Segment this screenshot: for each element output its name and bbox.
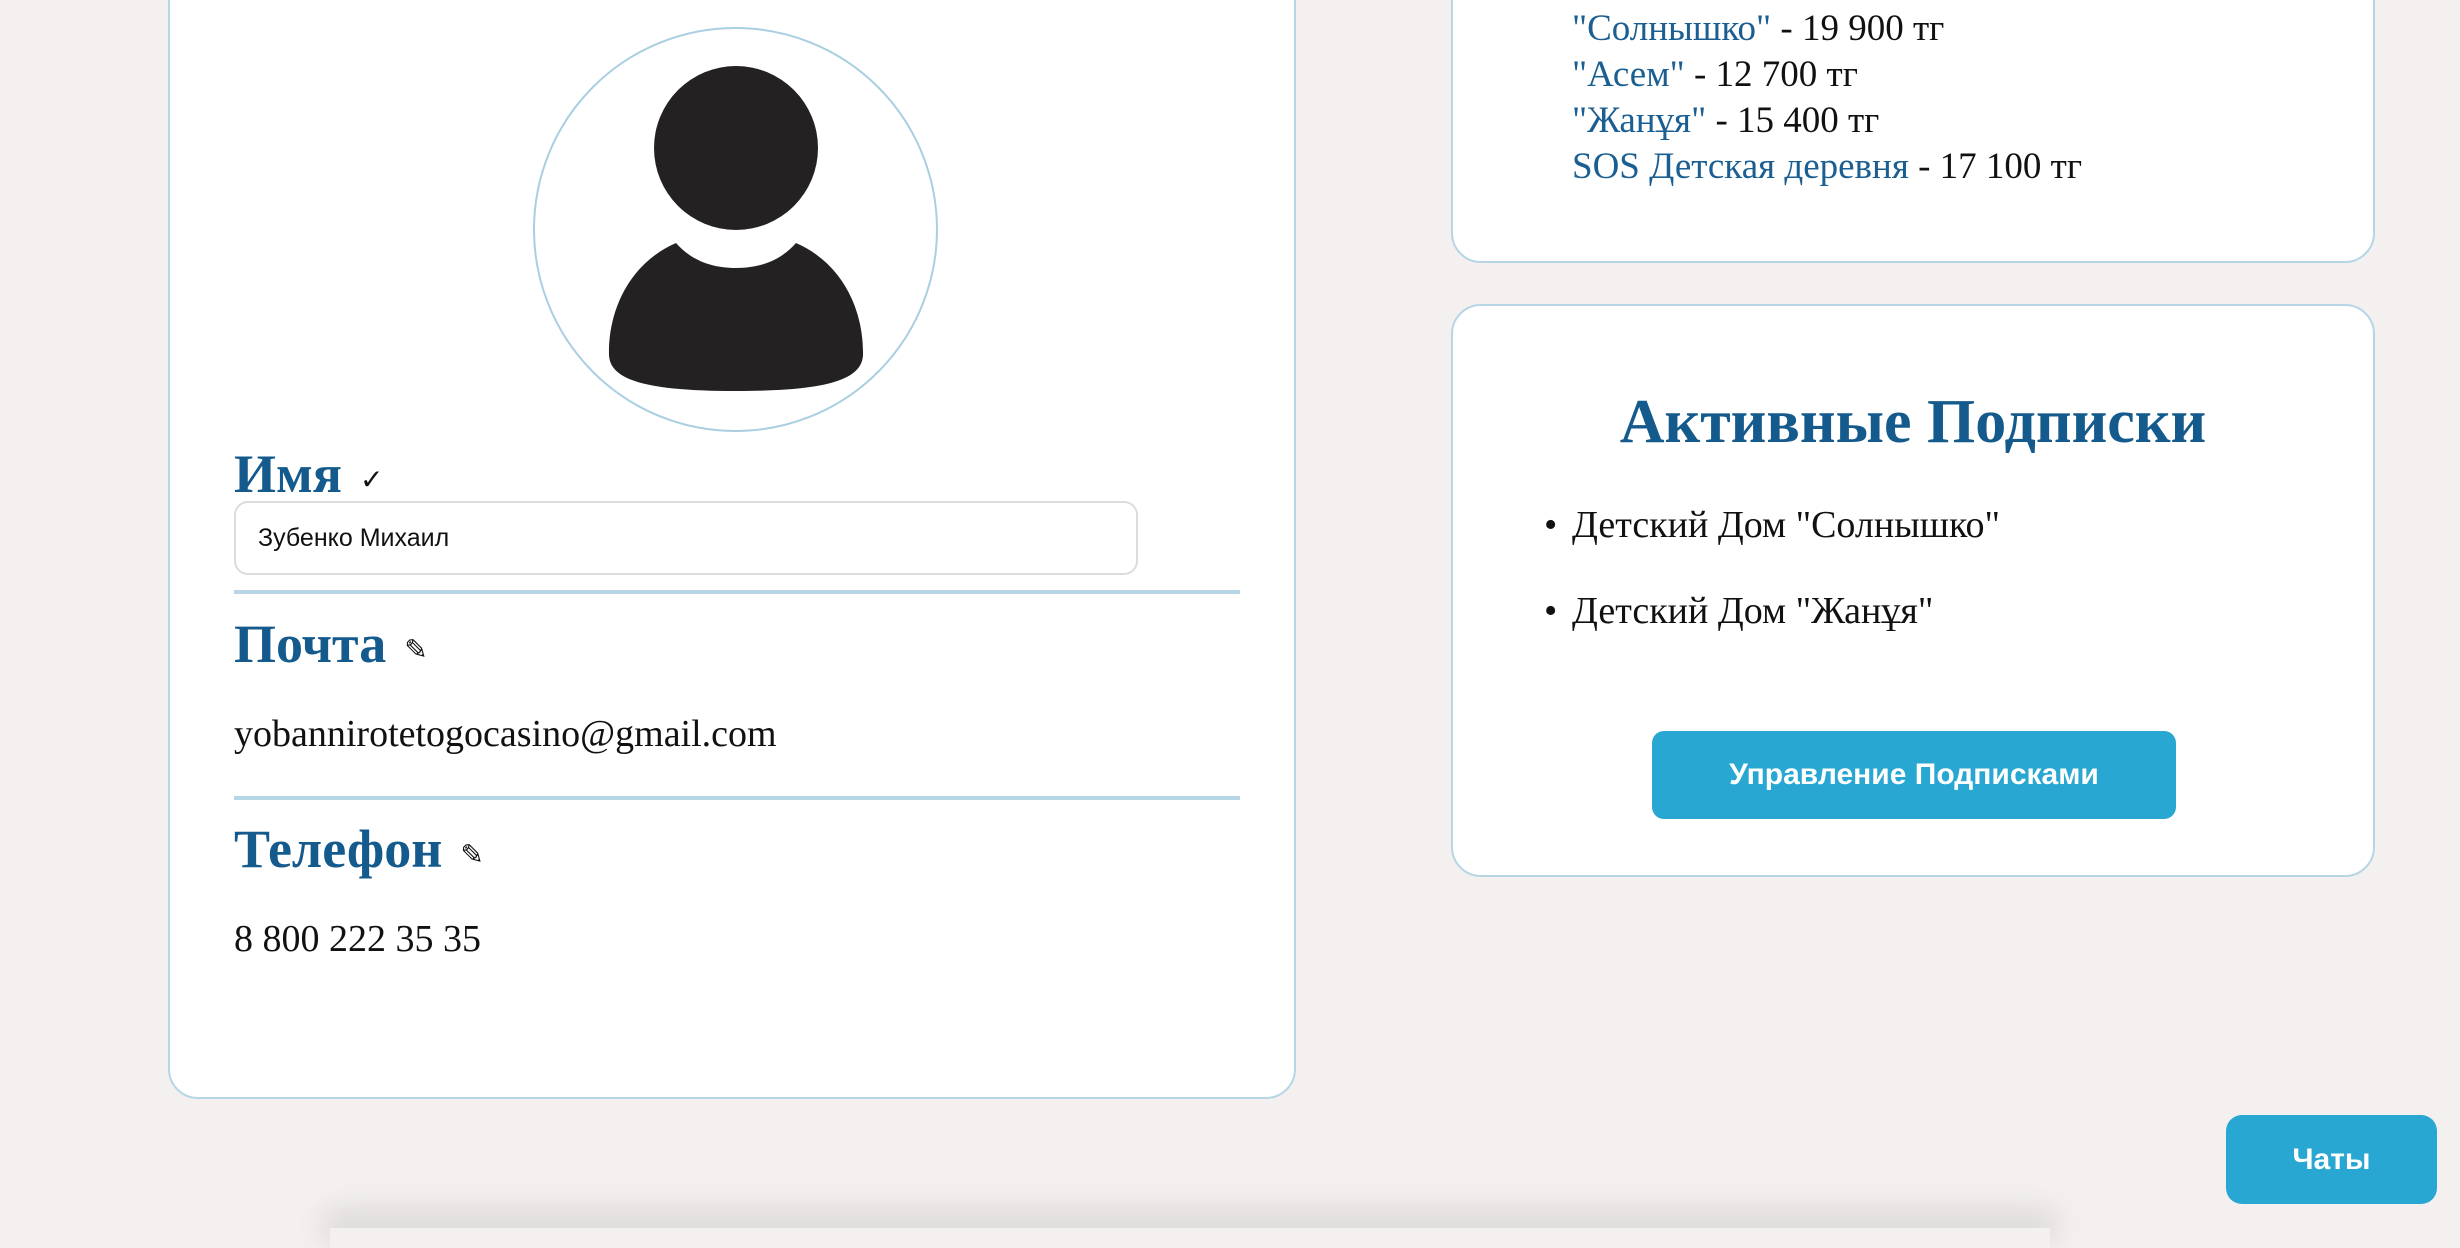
email-label: Почта ✎ — [234, 617, 428, 671]
checkmark-icon[interactable]: ✓ — [360, 463, 383, 496]
subscription-name: Детский Дом "Солнышко" — [1572, 504, 2001, 546]
divider — [234, 590, 1240, 594]
pencil-icon[interactable]: ✎ — [404, 633, 427, 666]
phone-value: 8 800 222 35 35 — [234, 918, 481, 960]
pencil-icon[interactable]: ✎ — [460, 838, 483, 871]
footer-shadow — [330, 1228, 2050, 1248]
name-label-text: Имя — [234, 444, 342, 504]
avatar — [533, 27, 938, 432]
price-item: "Солнышко" - 19 900 тг — [1572, 6, 2082, 52]
name-label: Имя ✓ — [234, 447, 383, 501]
user-avatar-icon — [608, 65, 863, 391]
price-amount: - 12 700 тг — [1684, 54, 1858, 95]
price-item: "Асем" - 12 700 тг — [1572, 52, 2082, 98]
prices-list: "Солнышко" - 19 900 тг "Асем" - 12 700 т… — [1572, 6, 2082, 190]
orphanage-link[interactable]: SOS Детская деревня — [1572, 146, 1909, 187]
subscriptions-list: • Детский Дом "Солнышко" • Детский Дом "Жа… — [1544, 504, 2001, 678]
orphanage-link[interactable]: "Солнышко" — [1572, 8, 1771, 49]
email-label-text: Почта — [234, 614, 387, 674]
subscription-item: • Детский Дом "Солнышко" — [1544, 504, 2001, 546]
price-amount: - 19 900 тг — [1771, 8, 1945, 49]
price-item: SOS Детская деревня - 17 100 тг — [1572, 144, 2082, 190]
prices-card: "Солнышко" - 19 900 тг "Асем" - 12 700 т… — [1451, 0, 2375, 263]
phone-label: Телефон ✎ — [234, 822, 484, 876]
subscriptions-title: Активные Подписки — [1619, 388, 2207, 456]
email-value: yobannirotetogocasino@gmail.com — [234, 713, 777, 755]
orphanage-link[interactable]: "Асем" — [1572, 54, 1685, 95]
subscription-name: Детский Дом "Жанұя" — [1572, 590, 1934, 632]
divider — [234, 796, 1240, 800]
manage-subscriptions-button[interactable]: Управление Подписками — [1652, 731, 2176, 819]
orphanage-link[interactable]: "Жанұя" — [1572, 100, 1706, 141]
bullet-icon: • — [1544, 590, 1558, 632]
price-item: "Жанұя" - 15 400 тг — [1572, 98, 2082, 144]
name-field[interactable] — [234, 501, 1138, 575]
bullet-icon: • — [1544, 504, 1558, 546]
subscriptions-card: Активные Подписки • Детский Дом "Солнышко… — [1451, 304, 2375, 877]
phone-label-text: Телефон — [234, 819, 443, 879]
subscription-item: • Детский Дом "Жанұя" — [1544, 590, 2000, 632]
profile-card: Имя ✓ Почта ✎ yobannirotetogocasino@gmail.… — [168, 0, 1296, 1099]
price-amount: - 15 400 тг — [1706, 100, 1880, 141]
chats-button[interactable]: Чаты — [2226, 1115, 2437, 1204]
price-amount: - 17 100 тг — [1908, 146, 2083, 187]
